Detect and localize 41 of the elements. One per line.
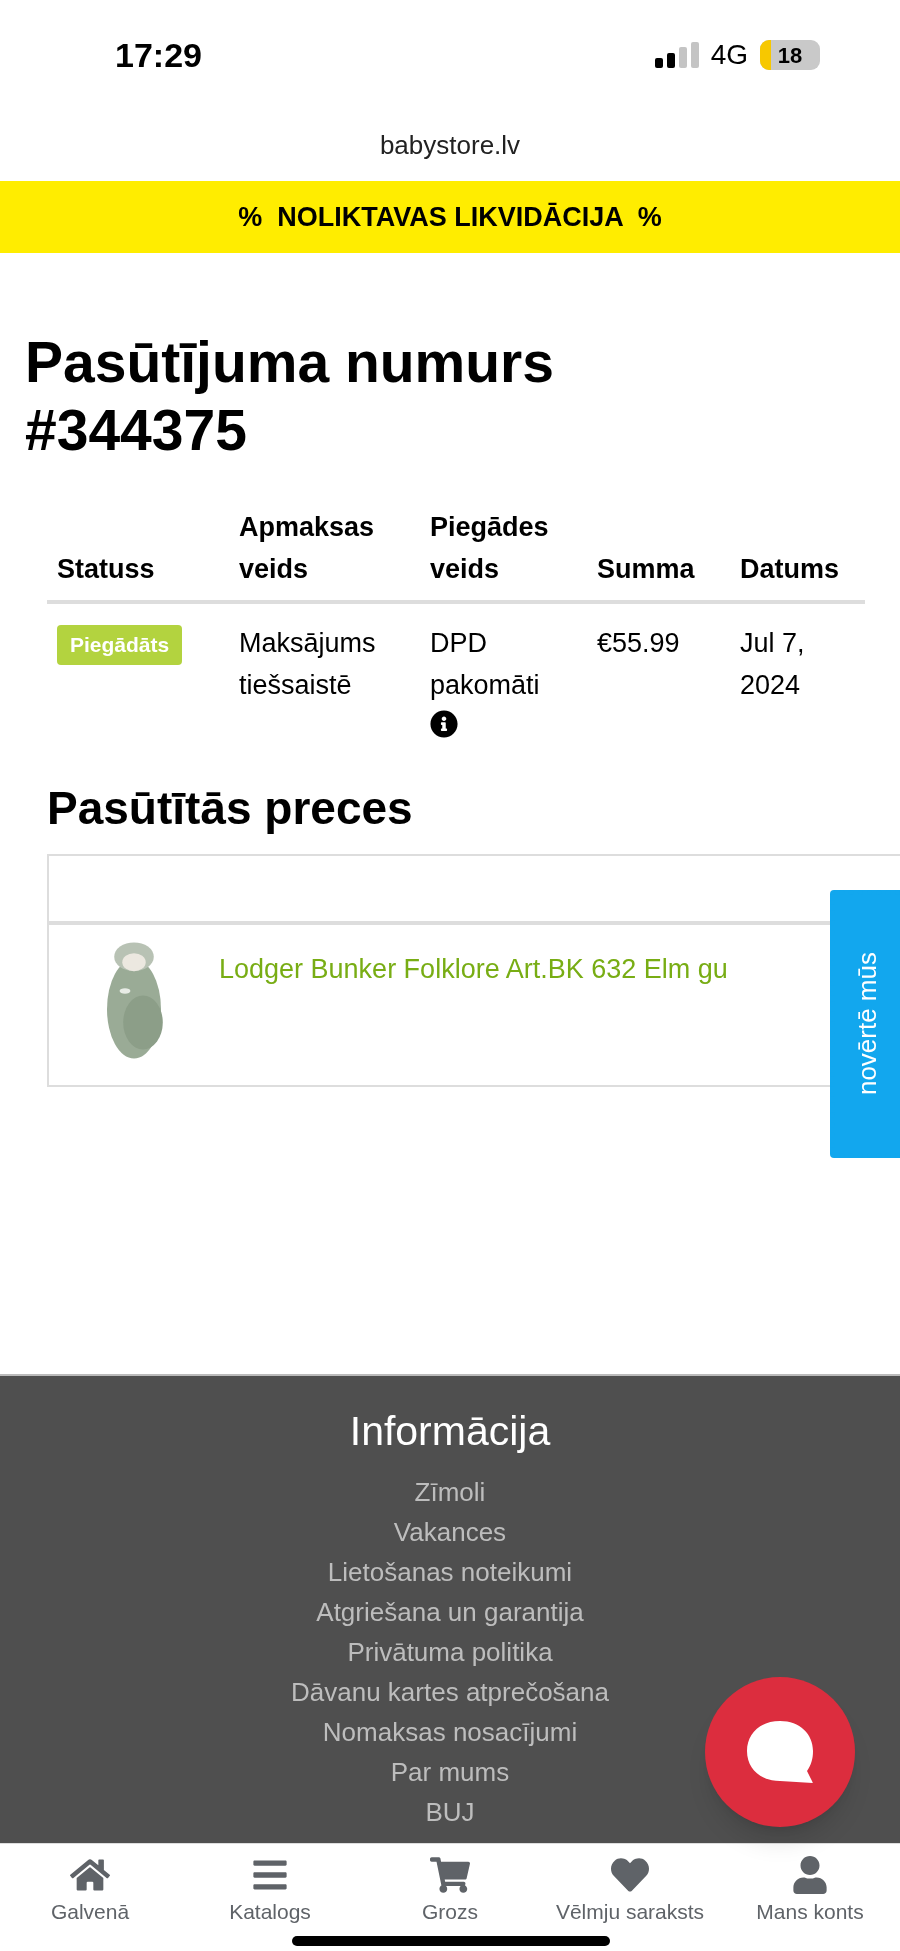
nav-tab[interactable]: Vēlmju saraksts: [540, 1856, 720, 1951]
footer-link[interactable]: Zīmoli: [414, 1472, 486, 1512]
address-url: babystore.lv: [379, 129, 521, 162]
user-icon: [790, 1856, 830, 1894]
promo-banner: % NOLIKTAVAS LIKVIDĀCIJA %: [0, 181, 900, 253]
network-label: 4G: [710, 38, 748, 72]
column-header: Piegādes veids: [429, 511, 550, 586]
battery-indicator: 18: [760, 40, 820, 70]
footer-link[interactable]: Par mums: [390, 1752, 510, 1792]
nav-tab[interactable]: Grozs: [360, 1856, 540, 1951]
column-header: Apmaksas veids: [238, 511, 376, 586]
nav-tab[interactable]: Katalogs: [180, 1856, 360, 1951]
footer-link[interactable]: Nomaksas nosacījumi: [322, 1712, 578, 1752]
info-icon[interactable]: [430, 710, 458, 738]
footer-link[interactable]: Lietošanas noteikumi: [327, 1552, 573, 1592]
signal-icon: [654, 42, 699, 68]
footer-heading: Informācija: [349, 1407, 551, 1456]
rate-tab[interactable]: novērtē mūs: [830, 890, 900, 1158]
product-link[interactable]: Lodger Bunker Folklore Art.BK 632 Elm gu: [219, 949, 728, 1085]
table-cell-text: DPD pakomāti: [430, 627, 541, 702]
page-title: Pasūtījuma numurs #344375: [25, 329, 555, 464]
status-badge: Piegādāts: [57, 625, 183, 665]
footer-link[interactable]: Atgriešana un garantija: [316, 1592, 584, 1632]
home-icon: [70, 1856, 110, 1894]
footer-link[interactable]: Vakances: [393, 1512, 507, 1552]
table-cell-text: €55.99: [596, 627, 681, 660]
nav-tab[interactable]: Mans konts: [720, 1856, 900, 1951]
heart-icon: [610, 1856, 650, 1894]
column-header: Datums: [739, 553, 841, 586]
nav-tab[interactable]: Galvenā: [0, 1856, 180, 1951]
column-header: Summa: [596, 553, 696, 586]
chat-icon: [745, 1719, 815, 1785]
footer-link[interactable]: Privātuma politika: [347, 1632, 553, 1672]
footer-link[interactable]: Dāvanu kartes atprečošana: [291, 1672, 609, 1712]
section-heading: Pasūtītās preces: [47, 781, 414, 836]
column-header: Statuss: [56, 553, 156, 586]
table-cell-text: Jul 7, 2024: [739, 627, 806, 702]
table-cell-text: Maksājums tiešsaistē: [238, 627, 377, 702]
status-time: 17:29: [115, 34, 202, 76]
cart-icon: [430, 1856, 470, 1894]
footer-link[interactable]: BUJ: [425, 1792, 475, 1832]
